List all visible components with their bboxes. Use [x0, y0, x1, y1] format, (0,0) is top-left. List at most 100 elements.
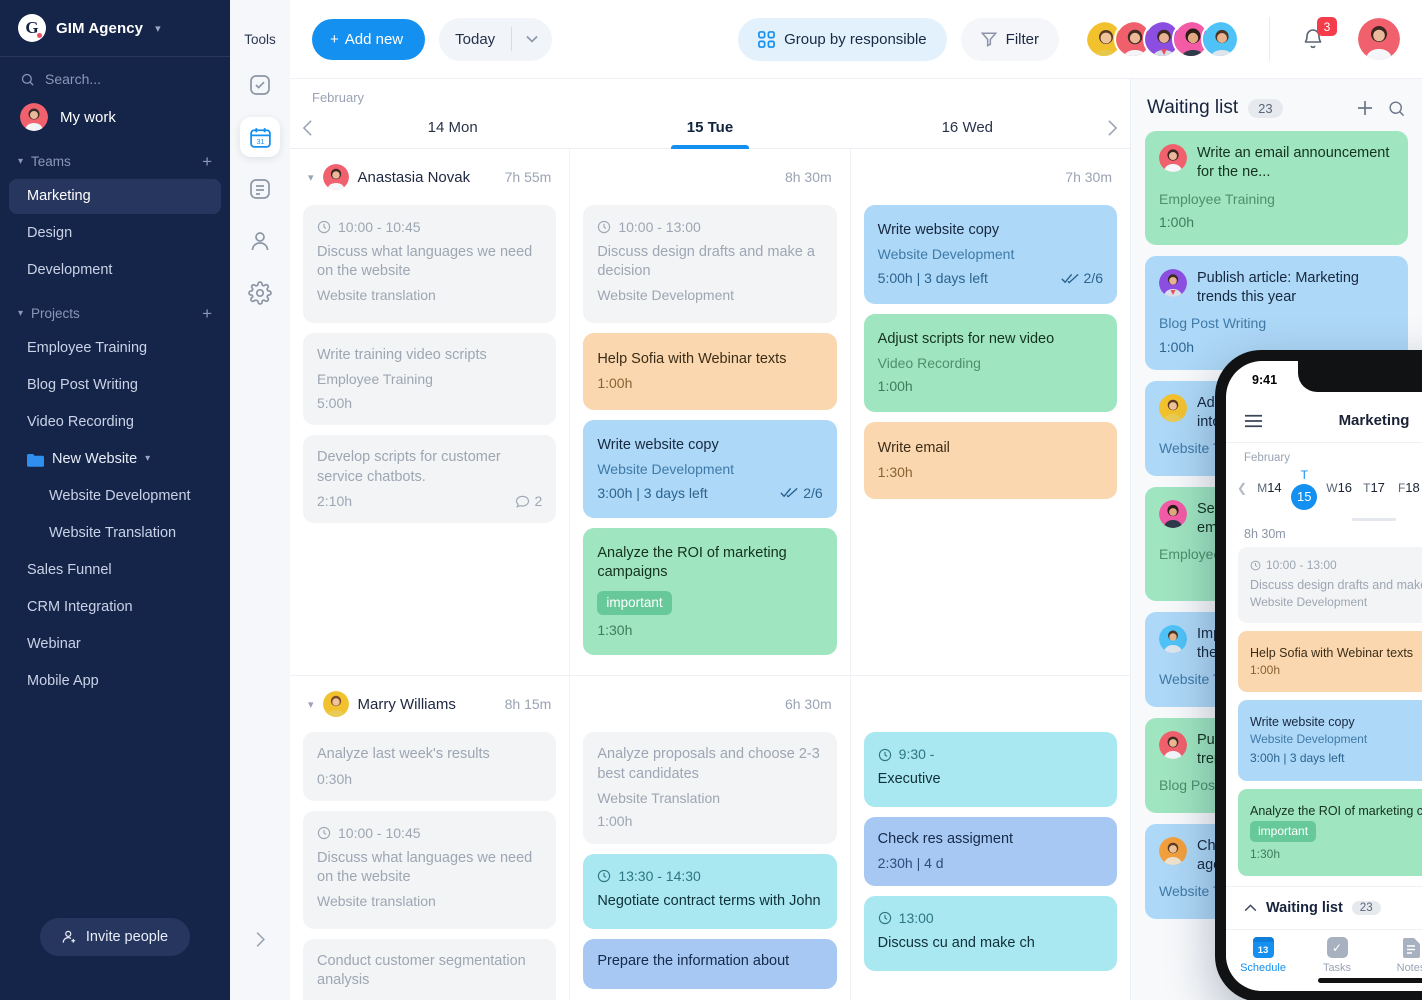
- chevron-down-icon[interactable]: ▾: [308, 698, 314, 711]
- day-column-header[interactable]: 14 Mon: [324, 107, 581, 148]
- workspace-switcher[interactable]: G GIM Agency ▾: [0, 0, 230, 57]
- phone-tab-tasks[interactable]: ✓ Tasks: [1300, 937, 1374, 974]
- task-card[interactable]: Help Sofia with Webinar texts 1:00h: [583, 332, 837, 410]
- task-card[interactable]: 13:30 - 14:30 Negotiate contract terms w…: [583, 854, 837, 929]
- person-name-group[interactable]: ▾ Anastasia Novak: [308, 164, 505, 190]
- sidebar-item-sales-funnel[interactable]: Sales Funnel: [9, 553, 221, 588]
- task-card[interactable]: Write training video scripts Employee Tr…: [303, 332, 557, 426]
- sidebar-folder-new-website[interactable]: New Website ▾: [9, 442, 221, 477]
- phone-task-card[interactable]: Analyze the ROI of marketing campaigns i…: [1238, 788, 1422, 876]
- phone-day[interactable]: M14: [1252, 479, 1287, 497]
- phone-day[interactable]: F18: [1391, 479, 1422, 497]
- clock-icon: [317, 827, 331, 840]
- sidebar-item-mobile-app[interactable]: Mobile App: [9, 664, 221, 699]
- tool-people-button[interactable]: [240, 221, 280, 261]
- task-card[interactable]: Develop scripts for customer service cha…: [303, 435, 557, 524]
- sidebar-item-video-recording[interactable]: Video Recording: [9, 405, 221, 440]
- current-user-avatar[interactable]: [1358, 18, 1400, 60]
- task-card[interactable]: Analyze last week's results 0:30h: [303, 732, 557, 802]
- task-card[interactable]: Write website copy Website Development 3…: [583, 419, 837, 519]
- task-title: Discuss what languages we need on the we…: [317, 243, 533, 279]
- day-column-header[interactable]: 16 Wed: [839, 107, 1096, 148]
- search-icon[interactable]: [1387, 99, 1406, 118]
- filter-button[interactable]: Filter: [960, 17, 1059, 61]
- waiting-card[interactable]: Write an email announcement for the ne..…: [1145, 131, 1408, 245]
- task-card[interactable]: 10:00 - 13:00 Discuss design drafts and …: [583, 205, 837, 323]
- task-project: Employee Training: [317, 371, 433, 388]
- waiting-card-project: Blog Post Writing: [1159, 315, 1267, 332]
- task-card[interactable]: Adjust scripts for new video Video Recor…: [863, 313, 1117, 412]
- hamburger-menu-icon[interactable]: [1244, 414, 1263, 428]
- phone-task-card[interactable]: 10:00 - 13:00 Discuss design drafts and …: [1238, 547, 1422, 624]
- phone-day-selected[interactable]: T 15: [1287, 466, 1322, 510]
- task-card[interactable]: 13:00 Discuss cu and make ch: [863, 896, 1117, 971]
- clock-icon: [878, 748, 891, 761]
- phone-drag-handle[interactable]: [1352, 518, 1396, 521]
- task-title: Adjust scripts for new video: [877, 330, 1055, 347]
- phone-prev-week-button[interactable]: ❮: [1232, 481, 1252, 495]
- person-name-group[interactable]: ▾ Marry Williams: [308, 691, 505, 718]
- task-card[interactable]: 10:00 - 10:45 Discuss what languages we …: [303, 811, 557, 929]
- sidebar-item-website-translation[interactable]: Website Translation: [9, 516, 221, 551]
- expand-rail-button[interactable]: [230, 931, 290, 948]
- projects-group-header[interactable]: ▾ Projects +: [0, 297, 230, 330]
- phone-waiting-list-header[interactable]: Waiting list 23: [1226, 886, 1422, 929]
- sidebar-item-marketing[interactable]: Marketing: [9, 179, 221, 215]
- calendar-grid: ▾ Anastasia Novak 7h 55m 8h 30m 7h 30m 1…: [290, 149, 1130, 1000]
- sidebar-item-webinar[interactable]: Webinar: [9, 627, 221, 662]
- add-new-button[interactable]: + Add new: [312, 18, 426, 60]
- phone-day[interactable]: W16: [1322, 479, 1357, 497]
- day-column-header-active[interactable]: 15 Tue: [581, 107, 838, 148]
- tool-tasks-button[interactable]: [240, 65, 280, 105]
- today-button[interactable]: Today: [439, 31, 511, 48]
- notifications-button[interactable]: 3: [1296, 17, 1337, 56]
- task-card[interactable]: Analyze the ROI of marketing campaigns i…: [583, 528, 837, 656]
- task-card[interactable]: Conduct customer segmentation analysis: [303, 938, 557, 1000]
- phone-day[interactable]: T17: [1357, 479, 1392, 497]
- teams-label: Teams: [31, 154, 71, 169]
- add-project-icon[interactable]: +: [202, 305, 212, 322]
- day-column: 10:00 - 10:45 Discuss what languages we …: [290, 205, 571, 676]
- add-team-icon[interactable]: +: [202, 153, 212, 170]
- member-avatars[interactable]: [1085, 20, 1239, 58]
- avatar[interactable]: [1201, 20, 1239, 58]
- task-meta: 1:30h: [1250, 846, 1422, 862]
- phone-task-card[interactable]: Write website copy Website Development 3…: [1238, 700, 1422, 781]
- next-day-button[interactable]: [1096, 107, 1130, 148]
- prev-day-button[interactable]: [290, 107, 324, 148]
- sidebar-item-development[interactable]: Development: [9, 253, 221, 288]
- add-icon[interactable]: [1355, 98, 1375, 118]
- task-card[interactable]: Write email 1:30h: [863, 422, 1117, 499]
- teams-group-header[interactable]: ▾ Teams +: [0, 145, 230, 178]
- sidebar-item-crm-integration[interactable]: CRM Integration: [9, 590, 221, 625]
- sidebar-item-blog-post-writing[interactable]: Blog Post Writing: [9, 368, 221, 403]
- task-time-row: 13:00: [878, 909, 1103, 928]
- tool-settings-button[interactable]: [240, 273, 280, 313]
- phone-tab-notes[interactable]: Notes: [1374, 937, 1422, 974]
- today-dropdown-button[interactable]: [512, 18, 552, 61]
- task-card[interactable]: Prepare the information about: [583, 938, 837, 990]
- person-header-cell: [851, 676, 1130, 732]
- sidebar-item-employee-training[interactable]: Employee Training: [9, 331, 221, 366]
- task-title: Negotiate contract terms with John: [597, 892, 821, 909]
- invite-people-button[interactable]: Invite people: [39, 918, 191, 956]
- task-duration: 5:00h | 3 days left: [877, 269, 988, 286]
- phone-home-indicator: [1318, 978, 1422, 983]
- phone-task-card[interactable]: Help Sofia with Webinar texts 1:00h: [1238, 631, 1422, 693]
- avatar: [1159, 499, 1187, 528]
- tool-notes-button[interactable]: [240, 169, 280, 209]
- sidebar-search[interactable]: Search...: [0, 57, 230, 97]
- chevron-up-icon: [1244, 904, 1257, 912]
- task-card[interactable]: Write website copy Website Development 5…: [863, 205, 1117, 304]
- task-card[interactable]: Check res assigment 2:30h | 4 d: [863, 817, 1117, 887]
- task-card[interactable]: Analyze proposals and choose 2-3 best ca…: [583, 732, 837, 845]
- sidebar-item-my-work[interactable]: My work: [0, 97, 230, 145]
- task-card[interactable]: 9:30 - Executive: [863, 732, 1117, 808]
- phone-tab-schedule[interactable]: 13 Schedule: [1226, 937, 1300, 974]
- chevron-down-icon[interactable]: ▾: [308, 171, 314, 184]
- sidebar-item-design[interactable]: Design: [9, 216, 221, 251]
- group-by-responsible-button[interactable]: Group by responsible: [738, 17, 947, 61]
- tool-calendar-button[interactable]: 31: [240, 117, 280, 157]
- sidebar-item-website-development[interactable]: Website Development: [9, 479, 221, 514]
- task-card[interactable]: 10:00 - 10:45 Discuss what languages we …: [303, 205, 557, 323]
